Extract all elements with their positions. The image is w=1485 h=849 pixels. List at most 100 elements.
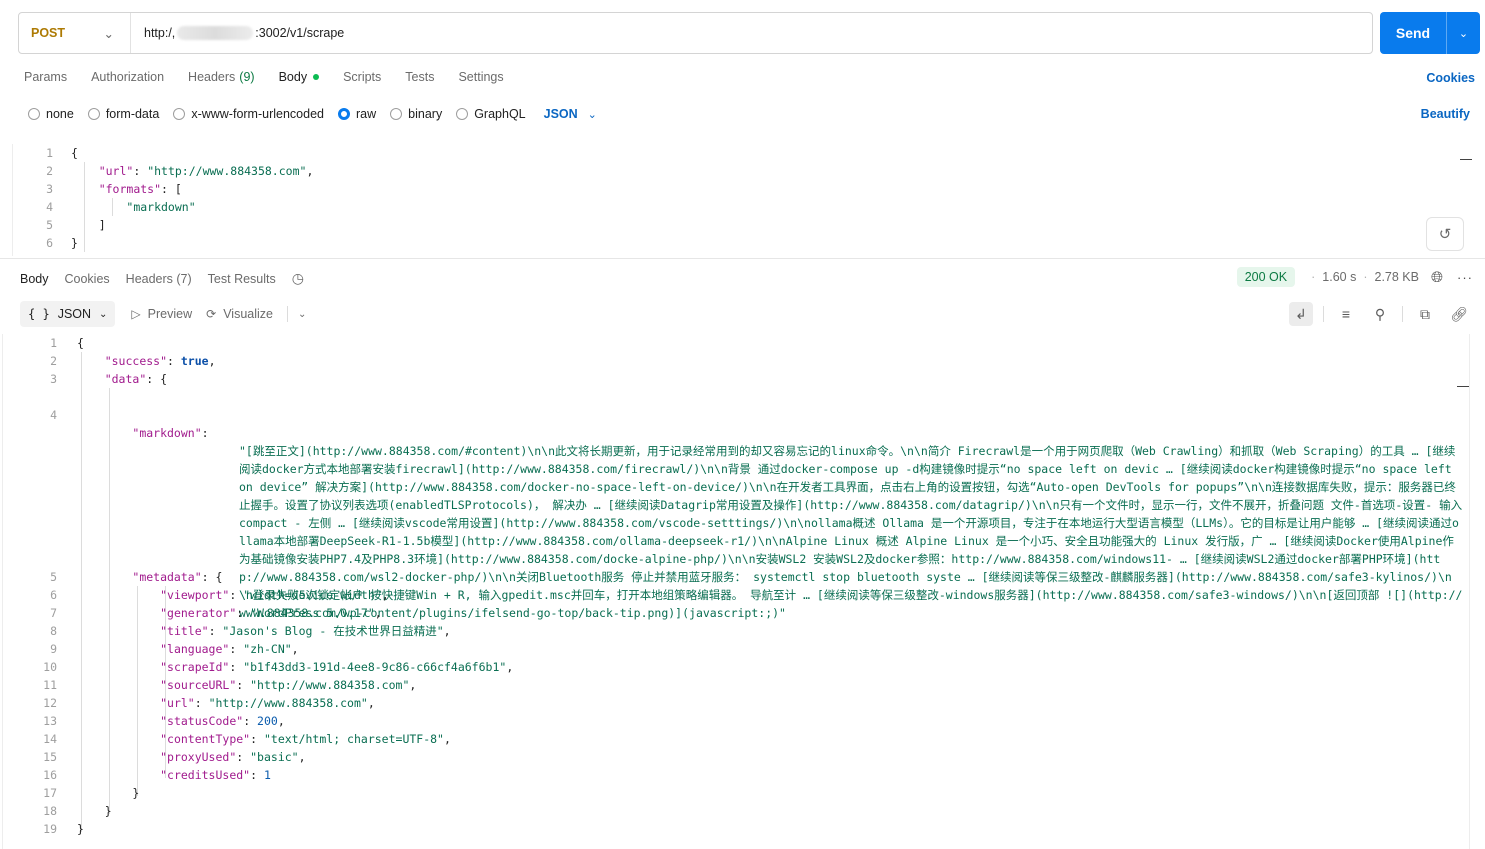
tab-headers[interactable]: Headers (9) xyxy=(188,70,255,84)
chevron-down-icon: ⌄ xyxy=(99,308,108,320)
tab-label: Authorization xyxy=(91,70,165,84)
tab-label: Settings xyxy=(458,70,504,84)
status-badge[interactable]: 200 OK xyxy=(1236,267,1296,287)
json-key: "proxyUsed" xyxy=(160,750,237,764)
tab-label: Scripts xyxy=(343,70,382,84)
json-value: "zh-CN" xyxy=(243,642,292,656)
more-icon[interactable]: ··· xyxy=(1457,270,1473,285)
code-line: 17 } xyxy=(43,786,140,800)
json-key: "data" xyxy=(104,372,147,386)
tab-response-cookies[interactable]: Cookies xyxy=(65,272,110,286)
code-line: 4 "markdown" xyxy=(46,200,196,214)
cookies-link[interactable]: Cookies xyxy=(1426,71,1475,85)
code-line: 6} xyxy=(46,236,78,250)
scrollbar-marker xyxy=(1460,159,1472,160)
code-line: 8 "title": "Jason's Blog - 在技术世界日益精进", xyxy=(50,624,451,638)
request-body-editor[interactable]: 1{ 2 "url": "http://www.884358.com", 3 "… xyxy=(12,144,1472,256)
tab-response-body[interactable]: Body xyxy=(20,272,49,286)
code-line: 16 "creditsUsed": 1 xyxy=(43,768,271,782)
visualize-label: Visualize xyxy=(223,307,273,321)
tab-scripts[interactable]: Scripts xyxy=(343,70,381,84)
json-value: true xyxy=(180,354,209,368)
json-key: "title" xyxy=(160,624,209,638)
beautify-button[interactable]: Beautify xyxy=(1421,107,1470,121)
visualize-icon: ⟳ xyxy=(206,307,217,321)
request-bar: POST ⌄ http:/, :3002/v1/scrape Send ⌄ xyxy=(18,12,1480,54)
radio-graphql[interactable]: GraphQL xyxy=(456,107,526,121)
json-value: 1 xyxy=(263,768,271,782)
response-body-viewer[interactable]: 1{ 2 "success": true, 3 "data": { 4 "mar… xyxy=(2,334,1470,849)
tab-tests[interactable]: Tests xyxy=(405,70,434,84)
radio-urlencoded[interactable]: x-www-form-urlencoded xyxy=(173,107,324,121)
headers-count: (9) xyxy=(239,70,255,84)
radio-circle xyxy=(456,108,469,120)
method-label: POST xyxy=(31,26,66,40)
tab-response-headers[interactable]: Headers (7) xyxy=(126,272,192,286)
radio-circle xyxy=(173,108,186,120)
json-key: "formats" xyxy=(98,182,162,196)
copy-icon[interactable]: ⧉ xyxy=(1413,302,1437,326)
response-format-select[interactable]: { } JSON ⌄ xyxy=(20,301,116,327)
response-time[interactable]: 1.60 s xyxy=(1322,270,1356,284)
url-input[interactable]: http:/, :3002/v1/scrape xyxy=(131,26,344,40)
separator-dot: · xyxy=(1363,270,1368,284)
response-size[interactable]: 2.78 KB xyxy=(1375,270,1419,284)
json-value: "b1f43dd3-191d-4ee8-9c86-c66cf4a6f6b1" xyxy=(243,660,507,674)
code-line: 11 "sourceURL": "http://www.884358.com", xyxy=(43,678,417,692)
json-key: "scrapeId" xyxy=(160,660,230,674)
tab-authorization[interactable]: Authorization xyxy=(91,70,164,84)
tab-params[interactable]: Params xyxy=(24,70,67,84)
json-value: "Jason's Blog - 在技术世界日益精进" xyxy=(222,624,444,638)
history-icon[interactable]: ↺ xyxy=(1426,217,1464,251)
radio-form-data[interactable]: form-data xyxy=(87,107,160,121)
radio-label: form-data xyxy=(105,107,160,121)
radio-circle xyxy=(338,108,350,120)
code-line: 19} xyxy=(43,822,84,836)
globe-icon[interactable]: 🌐︎ xyxy=(1431,269,1443,286)
send-label: Send xyxy=(1395,25,1431,41)
radio-circle xyxy=(390,108,403,120)
raw-format-select[interactable]: JSON ⌄ xyxy=(544,107,597,121)
toolbar-separator xyxy=(287,306,288,322)
chevron-down-icon[interactable]: ⌄ xyxy=(298,309,306,320)
search-icon[interactable]: ⚲ xyxy=(1368,302,1392,326)
code-line: 3 "data": { xyxy=(50,372,168,386)
code-line: 14 "contentType": "text/html; charset=UT… xyxy=(43,732,451,746)
request-tabs: Params Authorization Headers (9) Body Scr… xyxy=(24,70,528,84)
wrap-icon[interactable]: ↲ xyxy=(1289,302,1313,326)
scrollbar-marker xyxy=(1457,386,1469,387)
code-line: 6 "viewport": "width=device-width", xyxy=(50,588,389,602)
code-line: 7 "generator": "WordPress 5.0.17", xyxy=(50,606,382,620)
radio-raw[interactable]: raw xyxy=(338,107,376,121)
tab-label: Params xyxy=(24,70,68,84)
radio-label: none xyxy=(46,107,74,121)
code-line: 1{ xyxy=(46,146,78,160)
json-value: 200 xyxy=(257,714,278,728)
separator-dot: · xyxy=(1311,270,1316,284)
link-icon[interactable]: 🔗︎ xyxy=(1447,302,1471,326)
tab-body[interactable]: Body xyxy=(279,70,320,84)
json-value: "http://www.884358.com" xyxy=(208,696,368,710)
json-value: "http://www.884358.com" xyxy=(250,678,410,692)
radio-none[interactable]: none xyxy=(28,107,74,121)
filter-icon[interactable]: ≡ xyxy=(1334,302,1358,326)
code-line: 2 "url": "http://www.884358.com", xyxy=(46,164,314,178)
code-line: 12 "url": "http://www.884358.com", xyxy=(43,696,375,710)
history-icon[interactable]: ◷ xyxy=(292,270,304,287)
tab-settings[interactable]: Settings xyxy=(458,70,503,84)
preview-button[interactable]: ▷ Preview xyxy=(131,307,192,321)
code-line: 18 } xyxy=(43,804,112,818)
radio-binary[interactable]: binary xyxy=(390,107,442,121)
code-line: 5 ] xyxy=(46,218,106,232)
json-key: "sourceURL" xyxy=(160,678,237,692)
visualize-button[interactable]: ⟳ Visualize xyxy=(206,307,273,321)
json-key: "language" xyxy=(160,642,230,656)
json-value: "basic" xyxy=(250,750,299,764)
method-select[interactable]: POST ⌄ xyxy=(19,13,131,53)
tab-test-results[interactable]: Test Results xyxy=(208,272,276,286)
response-toolbar: { } JSON ⌄ ▷ Preview ⟳ Visualize ⌄ xyxy=(20,301,306,327)
chevron-down-icon: ⌄ xyxy=(103,26,114,41)
json-key: "url" xyxy=(160,696,195,710)
chevron-down-icon[interactable]: ⌄ xyxy=(1447,27,1480,40)
send-button[interactable]: Send ⌄ xyxy=(1380,12,1480,54)
